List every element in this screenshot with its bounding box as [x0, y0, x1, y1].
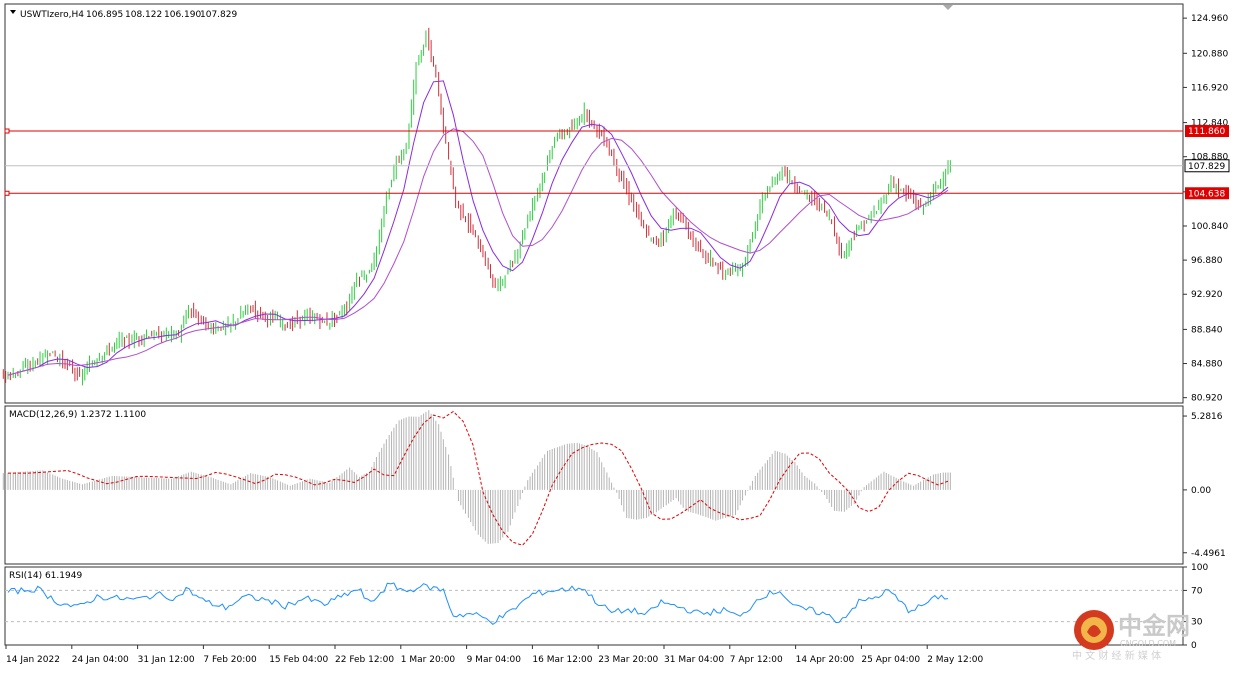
- price-axis-label: 88.840: [1191, 325, 1223, 335]
- time-axis-label: 14 Jan 2022: [6, 655, 60, 665]
- rsi-axis-label: 70: [1191, 586, 1203, 596]
- level-price-label: 111.860: [1188, 127, 1225, 137]
- ohlc-low: 106.190: [164, 10, 201, 20]
- macd-axis-label: 0.00: [1191, 486, 1211, 496]
- pane-frame-3: [4, 566, 1184, 646]
- price-axis-label: 116.920: [1191, 83, 1228, 93]
- price-axis-label: 96.880: [1191, 256, 1223, 266]
- watermark-slogan: 中 文 财 经 新 媒 体: [1072, 649, 1161, 662]
- cngold-watermark: 中金网 CNGOLD.COM 中 文 财 经 新 媒 体: [1070, 606, 1220, 662]
- price-axis-label: 100.840: [1191, 222, 1228, 232]
- cngold-logo: 中金网CNGOLD.COM中 文 财 经 新 媒 体: [1072, 610, 1190, 662]
- macd-title: MACD(12,26,9) 1.2372 1.1100: [9, 410, 146, 420]
- chart-canvas[interactable]: USWTIzero,H4 106.895 108.122 106.190107.829…: [0, 0, 1234, 672]
- rsi-axis-label: 100: [1191, 563, 1208, 573]
- ohlc-high: 108.122: [125, 10, 162, 20]
- rsi-title: RSI(14) 61.1949: [9, 571, 82, 581]
- time-axis-label: 23 Mar 20:00: [598, 655, 658, 665]
- time-axis-label: 9 Mar 04:00: [467, 655, 522, 665]
- price-axis-label: 92.920: [1191, 290, 1223, 300]
- watermark-brand: 中金网: [1118, 612, 1190, 640]
- time-axis-label: 22 Feb 12:00: [335, 655, 394, 665]
- time-axis-label: 7 Feb 20:00: [203, 655, 257, 665]
- ohlc-open: 106.895: [86, 10, 123, 20]
- ohlc-close: 107.829: [200, 10, 237, 20]
- price-axis-label: 84.880: [1191, 360, 1223, 370]
- time-axis-label: 31 Jan 12:00: [138, 655, 195, 665]
- watermark-domain: CNGOLD.COM: [1120, 639, 1176, 648]
- macd-axis-label: 5.2816: [1191, 412, 1223, 422]
- price-axis-label: 80.920: [1191, 394, 1223, 404]
- chart-symbol-title: USWTIzero,H4: [20, 10, 84, 20]
- time-axis-label: 2 May 12:00: [927, 655, 983, 665]
- time-axis-label: 16 Mar 12:00: [532, 655, 592, 665]
- level-price-label: 104.638: [1188, 189, 1225, 199]
- pane-frame-1: [4, 3, 1184, 404]
- time-axis-label: 1 Mar 20:00: [401, 655, 456, 665]
- macd-axis-label: -4.4961: [1191, 549, 1226, 559]
- current-price-label: 107.829: [1188, 162, 1225, 172]
- price-axis-label: 120.880: [1191, 49, 1228, 59]
- time-axis-label: 15 Feb 04:00: [269, 655, 328, 665]
- level-handle[interactable]: [4, 190, 10, 196]
- price-axis-label: 124.960: [1191, 14, 1228, 24]
- time-axis-label: 31 Mar 04:00: [664, 655, 724, 665]
- level-handle[interactable]: [4, 128, 10, 134]
- time-axis-label: 14 Apr 20:00: [796, 655, 855, 665]
- time-axis-label: 25 Apr 04:00: [861, 655, 920, 665]
- chart-window[interactable]: USWTIzero,H4 106.895 108.122 106.190 107.829…: [0, 0, 1234, 672]
- time-axis-label: 24 Jan 04:00: [72, 655, 129, 665]
- time-axis-label: 7 Apr 12:00: [730, 655, 783, 665]
